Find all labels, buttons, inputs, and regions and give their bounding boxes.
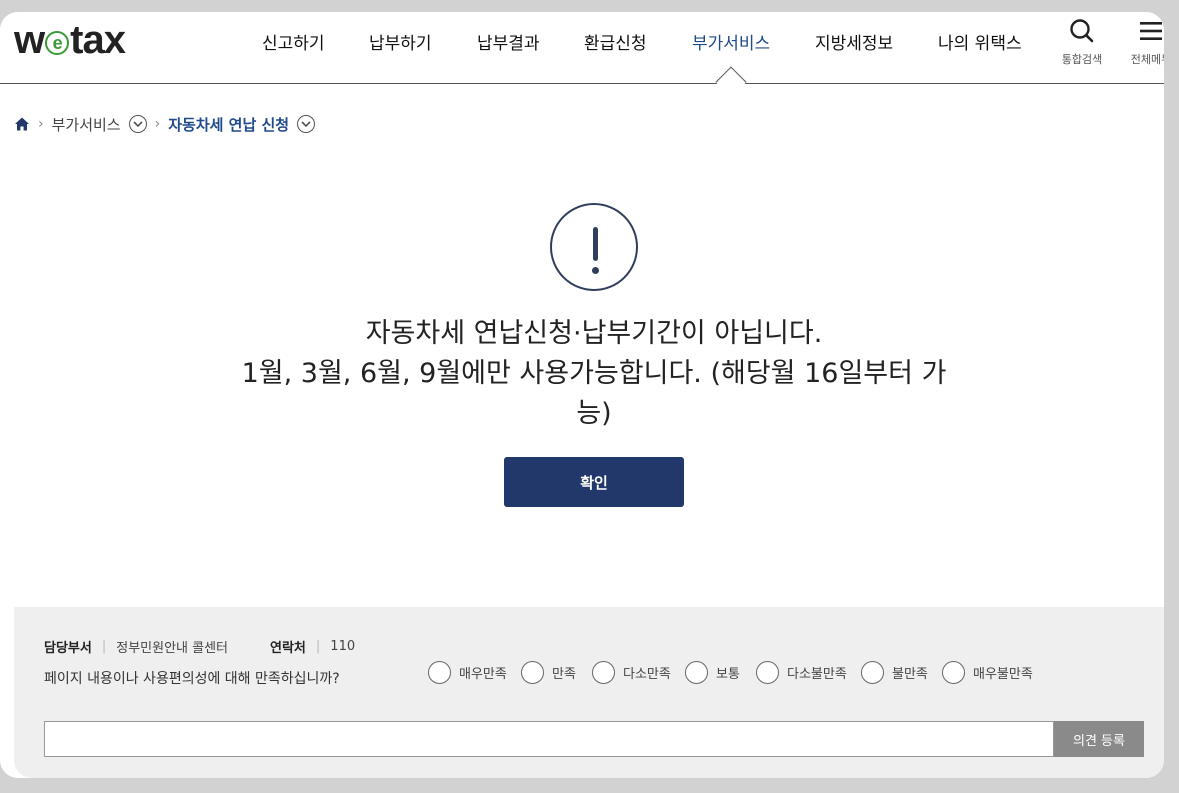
nav-item-my-wetax[interactable]: 나의 위택스 [938, 29, 1022, 54]
radio-label: 매우만족 [459, 667, 507, 682]
radio-circle[interactable] [428, 661, 451, 684]
breadcrumb-current[interactable]: 자동차세 연납 신청 [168, 114, 289, 135]
alert-message-line1: 자동차세 연납신청·납부기간이 아닙니다. [365, 318, 823, 349]
page-frame: w e tax 신고하기 납부하기 납부결과 환급신청 부가서비스 지방세정보 나의… [0, 12, 1164, 778]
radio-label: 불만족 [892, 667, 928, 682]
chevron-down-icon[interactable] [128, 115, 147, 133]
radio-very-satisfied[interactable]: 매우만족 [428, 661, 507, 684]
radio-circle[interactable] [685, 661, 708, 684]
nav-item-pay[interactable]: 납부하기 [369, 29, 432, 54]
hamburger-icon [1140, 22, 1162, 40]
exclamation-dot [592, 267, 599, 274]
breadcrumb: › 부가서비스 › 자동차세 연납 신청 [14, 112, 316, 136]
contact-value: 110 [330, 639, 356, 654]
radio-neutral[interactable]: 보통 [685, 661, 740, 684]
dept-info: 담당부서 | 정부민원안내 콜센터 연락처 | 110 [44, 637, 355, 656]
radio-label: 다소만족 [623, 667, 671, 682]
exclamation-icon [550, 203, 638, 291]
search-label: 통합검색 [1061, 53, 1103, 66]
alert-message: 자동차세 연납신청·납부기간이 아닙니다. 1월, 3월, 6월, 9월에만 사… [230, 314, 958, 434]
satisfaction-survey: 담당부서 | 정부민원안내 콜센터 연락처 | 110 페이지 내용이나 사용편… [14, 607, 1164, 778]
wetax-logo[interactable]: w e tax [14, 17, 126, 62]
opinion-input[interactable] [44, 721, 1054, 757]
contact-label: 연락처 [270, 641, 306, 656]
breadcrumb-level1[interactable]: 부가서비스 [52, 114, 121, 135]
radio-circle[interactable] [756, 661, 779, 684]
nav-item-report[interactable]: 신고하기 [262, 29, 325, 54]
logo-e-circle: e [45, 31, 70, 55]
nav-item-extra-services[interactable]: 부가서비스 [692, 29, 770, 54]
radio-circle[interactable] [942, 661, 965, 684]
radio-label: 보통 [716, 667, 740, 682]
nav-item-refund[interactable]: 환급신청 [584, 29, 647, 54]
search-button[interactable]: 통합검색 [1052, 18, 1112, 67]
alert-message-line2: 1월, 3월, 6월, 9월에만 사용가능합니다. (해당월 16일부터 가능) [241, 358, 947, 429]
site-header: w e tax 신고하기 납부하기 납부결과 환급신청 부가서비스 지방세정보 나의… [0, 12, 1164, 84]
nav-item-pay-result[interactable]: 납부결과 [477, 29, 540, 54]
chevron-right-icon: › [38, 116, 44, 132]
logo-text: w [14, 17, 45, 62]
logo-text: tax [70, 17, 126, 62]
confirm-button[interactable]: 확인 [504, 457, 684, 507]
submit-opinion-button[interactable]: 의견 등록 [1054, 721, 1144, 757]
dept-label: 담당부서 [44, 641, 92, 656]
radio-very-dissatisfied[interactable]: 매우불만족 [942, 661, 1033, 684]
radio-label: 다소불만족 [787, 667, 847, 682]
all-menu-button[interactable]: 전체메뉴 [1121, 18, 1164, 67]
chevron-down-icon[interactable] [297, 115, 316, 133]
radio-label: 매우불만족 [973, 667, 1033, 682]
radio-somewhat-satisfied[interactable]: 다소만족 [592, 661, 671, 684]
radio-label: 만족 [552, 667, 576, 682]
divider: | [315, 639, 321, 654]
exclamation-bar [593, 227, 598, 261]
radio-circle[interactable] [521, 661, 544, 684]
search-icon [1070, 19, 1094, 43]
chevron-right-icon: › [154, 116, 161, 132]
dept-value: 정부민원안내 콜센터 [116, 641, 229, 656]
survey-question: 페이지 내용이나 사용편의성에 대해 만족하십니까? [44, 671, 340, 687]
radio-circle[interactable] [861, 661, 884, 684]
all-menu-label: 전체메뉴 [1130, 53, 1164, 66]
radio-satisfied[interactable]: 만족 [521, 661, 576, 684]
nav-item-local-tax-info[interactable]: 지방세정보 [815, 29, 893, 54]
radio-somewhat-dissatisfied[interactable]: 다소불만족 [756, 661, 847, 684]
divider: | [101, 639, 107, 654]
radio-circle[interactable] [592, 661, 615, 684]
home-icon[interactable] [14, 116, 30, 132]
radio-dissatisfied[interactable]: 불만족 [861, 661, 928, 684]
